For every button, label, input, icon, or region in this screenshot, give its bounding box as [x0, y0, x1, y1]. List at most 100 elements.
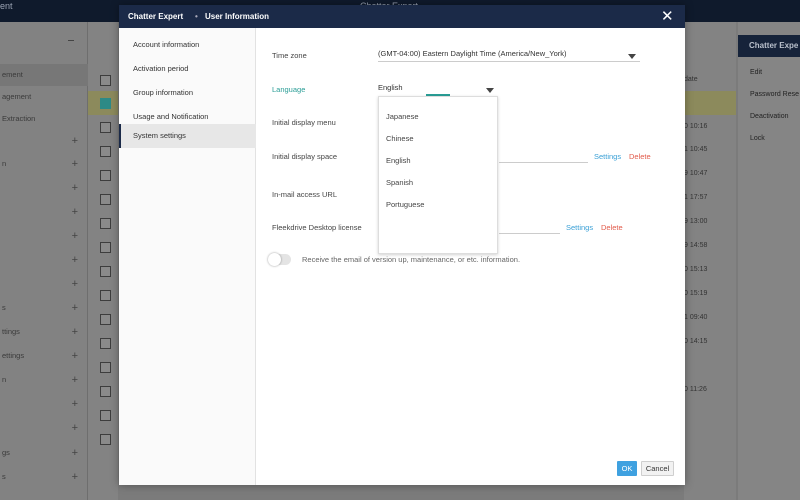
initial-display-menu-label: Initial display menu: [272, 118, 336, 127]
sidebar-item[interactable]: Extraction: [0, 108, 88, 130]
sidebar-item-label: gs: [2, 448, 10, 457]
expand-plus-icon[interactable]: +: [72, 417, 78, 439]
sidebar-item[interactable]: ttings +: [0, 321, 88, 343]
nav-account-information[interactable]: Account information: [119, 33, 256, 57]
row-date: 9 14:58: [684, 242, 708, 249]
expand-plus-icon[interactable]: +: [72, 273, 78, 295]
row-checkbox[interactable]: [100, 386, 111, 397]
action-panel-item[interactable]: Password Rese: [750, 91, 799, 98]
expand-plus-icon[interactable]: +: [72, 345, 78, 367]
language-option-english[interactable]: English: [379, 150, 497, 172]
email-notification-toggle[interactable]: [268, 253, 291, 266]
time-zone-chevron-down-icon[interactable]: [628, 54, 636, 59]
expand-plus-icon[interactable]: +: [72, 225, 78, 247]
row-date: 1 09:40: [684, 314, 708, 321]
sidebar-item[interactable]: +: [0, 225, 88, 247]
expand-plus-icon[interactable]: +: [72, 466, 78, 488]
expand-plus-icon[interactable]: +: [72, 177, 78, 199]
expand-plus-icon[interactable]: +: [72, 201, 78, 223]
language-chevron-down-icon[interactable]: [486, 88, 494, 93]
sidebar-item[interactable]: +: [0, 417, 88, 439]
row-checkbox[interactable]: [100, 314, 111, 325]
expand-plus-icon[interactable]: +: [72, 249, 78, 271]
header-separator: •: [195, 12, 198, 21]
sidebar-item-label: ettings: [2, 351, 25, 360]
row-date: 0 15:13: [684, 266, 708, 273]
language-dropdown-menu: Japanese Chinese English Spanish Portugu…: [378, 96, 498, 254]
action-panel-item[interactable]: Deactivation: [750, 113, 789, 120]
row-checkbox[interactable]: [100, 98, 111, 109]
background-list-dates: date 0 10:16 1 10:45 9 10:47 1 17:57 9 13:00…: [684, 22, 736, 500]
dialog-title: User Information: [205, 12, 270, 21]
language-option-chinese[interactable]: Chinese: [379, 128, 497, 150]
sidebar-item[interactable]: ement: [0, 64, 88, 86]
sidebar-item-label: Extraction: [2, 114, 36, 123]
row-checkbox[interactable]: [100, 242, 111, 253]
initial-display-space-settings-link[interactable]: Settings: [594, 152, 621, 161]
row-checkbox[interactable]: [100, 410, 111, 421]
nav-system-settings[interactable]: System settings: [119, 124, 256, 148]
nav-activation-period[interactable]: Activation period: [119, 57, 256, 81]
language-label: Language: [272, 85, 306, 94]
fleekdrive-license-settings-link[interactable]: Settings: [566, 223, 593, 232]
row-checkbox[interactable]: [100, 146, 111, 157]
expand-plus-icon[interactable]: +: [72, 369, 78, 391]
action-panel-item[interactable]: Lock: [750, 135, 765, 142]
sidebar-item[interactable]: +: [0, 273, 88, 295]
expand-plus-icon[interactable]: +: [72, 321, 78, 343]
language-option-portuguese[interactable]: Portuguese: [379, 194, 497, 216]
background-list-checkboxes: [88, 22, 118, 500]
row-checkbox[interactable]: [100, 194, 111, 205]
initial-display-space-delete-link[interactable]: Delete: [629, 152, 651, 161]
sidebar-item[interactable]: +: [0, 177, 88, 199]
row-checkbox[interactable]: [100, 170, 111, 181]
sidebar-item[interactable]: gs +: [0, 442, 88, 464]
sidebar-item[interactable]: +: [0, 249, 88, 271]
language-select[interactable]: English: [378, 83, 403, 92]
fleekdrive-license-delete-link[interactable]: Delete: [601, 223, 623, 232]
action-panel-item[interactable]: Edit: [750, 69, 762, 76]
sidebar-item[interactable]: +: [0, 201, 88, 223]
nav-group-information[interactable]: Group information: [119, 81, 256, 105]
time-zone-underline: [378, 61, 640, 62]
select-all-checkbox[interactable]: [100, 75, 111, 86]
row-checkbox[interactable]: [100, 434, 111, 445]
sidebar-item[interactable]: ettings +: [0, 345, 88, 367]
in-mail-access-url-label: In-mail access URL: [272, 190, 338, 199]
row-checkbox[interactable]: [100, 122, 111, 133]
cancel-button[interactable]: Cancel: [641, 461, 674, 476]
ok-button[interactable]: OK: [617, 461, 637, 476]
sidebar-item[interactable]: +: [0, 130, 88, 152]
collapse-icon[interactable]: [68, 40, 74, 41]
sidebar-item[interactable]: s +: [0, 466, 88, 488]
time-zone-select[interactable]: (GMT-04:00) Eastern Daylight Time (Ameri…: [378, 49, 567, 58]
language-option-japanese[interactable]: Japanese: [379, 106, 497, 128]
expand-plus-icon[interactable]: +: [72, 130, 78, 152]
expand-plus-icon[interactable]: +: [72, 153, 78, 175]
sidebar-item-label: ttings: [2, 327, 20, 336]
sidebar-item-label: n: [2, 375, 7, 384]
row-checkbox[interactable]: [100, 338, 111, 349]
sidebar-item[interactable]: +: [0, 393, 88, 415]
dialog-header: Chatter Expert • User Information ✕: [119, 5, 685, 28]
sidebar-item[interactable]: s +: [0, 297, 88, 319]
row-checkbox[interactable]: [100, 362, 111, 373]
fleekdrive-license-label: Fleekdrive Desktop license: [272, 223, 362, 232]
expand-plus-icon[interactable]: +: [72, 393, 78, 415]
row-date: 9 10:47: [684, 170, 708, 177]
sidebar-item-label: ement: [2, 70, 23, 79]
expand-plus-icon[interactable]: +: [72, 297, 78, 319]
row-checkbox[interactable]: [100, 218, 111, 229]
row-date: 1 10:45: [684, 146, 708, 153]
language-option-spanish[interactable]: Spanish: [379, 172, 497, 194]
row-date: 0 15:19: [684, 290, 708, 297]
row-checkbox[interactable]: [100, 266, 111, 277]
sidebar-item[interactable]: n +: [0, 369, 88, 391]
sidebar-item[interactable]: agement: [0, 86, 88, 108]
toggle-knob[interactable]: [268, 253, 281, 266]
dialog-app-name: Chatter Expert: [128, 12, 184, 21]
close-icon[interactable]: ✕: [661, 7, 674, 25]
row-checkbox[interactable]: [100, 290, 111, 301]
sidebar-item[interactable]: n +: [0, 153, 88, 175]
expand-plus-icon[interactable]: +: [72, 442, 78, 464]
